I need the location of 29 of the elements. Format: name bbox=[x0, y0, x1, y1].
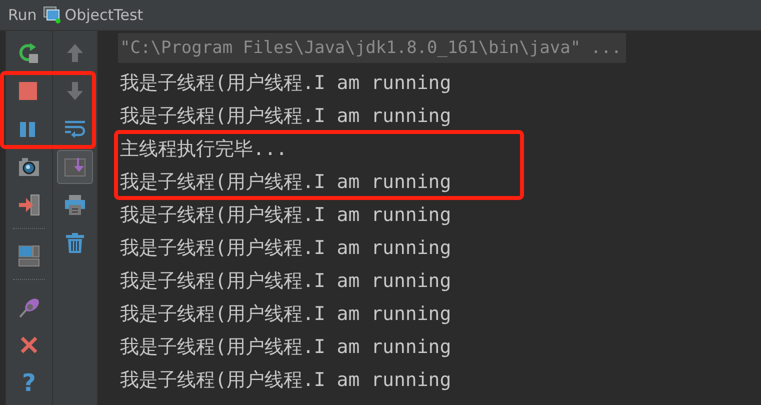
scroll-to-end-icon bbox=[64, 157, 86, 177]
window-icon bbox=[42, 6, 61, 24]
run-tab-title[interactable]: ObjectTest bbox=[64, 6, 144, 24]
printer-icon bbox=[64, 194, 86, 216]
exit-icon[interactable] bbox=[18, 194, 40, 216]
help-icon[interactable]: ? bbox=[22, 371, 36, 395]
down-arrow-icon bbox=[65, 81, 85, 101]
output-line: 主线程执行完毕... bbox=[120, 136, 288, 162]
wrap-icon bbox=[64, 119, 86, 139]
output-line: 我是子线程(用户线程.I am running bbox=[120, 202, 452, 228]
output-line: 我是子线程(用户线程.I am running bbox=[120, 334, 452, 360]
scroll-end-button[interactable] bbox=[57, 150, 93, 184]
output-line: 我是子线程(用户线程.I am running bbox=[120, 302, 452, 326]
output-line: 我是子线程(用户线程.I am running bbox=[120, 268, 452, 294]
layout-icon[interactable] bbox=[18, 245, 40, 267]
pause-icon[interactable] bbox=[19, 121, 37, 137]
window-title: Run bbox=[8, 6, 37, 24]
output-line: 我是子线程(用户线程.I am running bbox=[120, 170, 452, 194]
up-arrow-icon bbox=[65, 43, 85, 63]
output-line: 我是子线程(用户线程.I am running bbox=[120, 236, 452, 260]
output-line: 我是子线程(用户线程.I am running bbox=[120, 104, 452, 128]
output-line: 我是子线程(用户线程.I am running bbox=[120, 368, 452, 392]
pin-icon[interactable] bbox=[18, 296, 40, 318]
trash-icon bbox=[65, 232, 85, 254]
close-icon[interactable] bbox=[20, 336, 38, 354]
camera-icon[interactable] bbox=[18, 157, 40, 177]
output-line: 我是子线程(用户线程.I am running bbox=[120, 70, 452, 96]
rerun-icon[interactable] bbox=[18, 42, 40, 64]
stop-icon[interactable] bbox=[18, 81, 38, 101]
